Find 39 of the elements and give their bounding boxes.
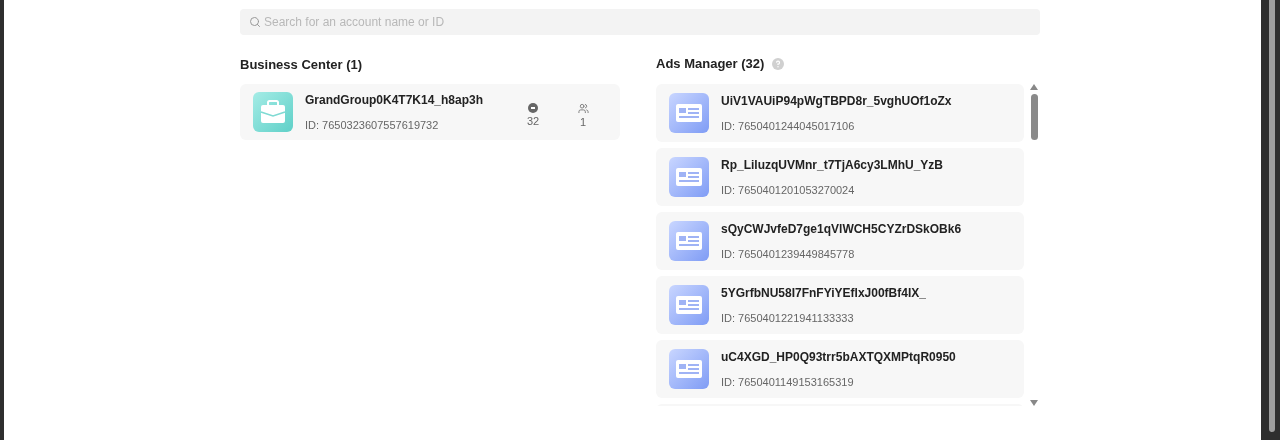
account-name: sQyCWJvfeD7ge1qVlWCH5CYZrDSkOBk6 <box>721 220 962 238</box>
ad-account-count: 32 <box>526 114 540 130</box>
ad-account-card[interactable]: UiV1VAUiP94pWgTBPD8r_5vghUOf1oZx ID: 7650401244045017106 <box>656 84 1024 142</box>
account-name: uC4XGD_HP0Q93trr5bAXTQXMPtqR0950 <box>721 348 956 366</box>
id-card-icon <box>669 285 709 325</box>
ad-account-card[interactable]: 5YGrfbNU58I7FnFYiYEflxJ00fBf4IX_ ID: 7650401221941133333 <box>656 276 1024 334</box>
search-field[interactable]: Search for an account name or ID <box>240 9 1040 35</box>
member-count: 1 <box>579 115 587 131</box>
account-id: ID: 7650401221941133333 <box>721 310 855 326</box>
scroll-down-icon[interactable] <box>1030 400 1038 406</box>
id-card-icon <box>669 93 709 133</box>
account-name: 5YGrfbNU58I7FnFYiYEflxJ00fBf4IX_ <box>721 284 926 302</box>
scrollbar[interactable] <box>1028 84 1040 406</box>
ad-account-card[interactable]: sQyCWJvfeD7ge1qVlWCH5CYZrDSkOBk6 ID: 7650401239449845778 <box>656 212 1024 270</box>
ad-account-icon <box>528 103 538 114</box>
account-id: ID: 7650401149153165319 <box>721 374 855 390</box>
account-id: ID: 7650401244045017106 <box>721 118 856 134</box>
scrollbar-thumb[interactable] <box>1030 94 1038 140</box>
window-scrollbar-thumb[interactable] <box>1268 0 1275 432</box>
briefcase-icon <box>253 92 293 132</box>
help-icon <box>772 58 785 70</box>
account-id: ID: 7650323607557619732 <box>305 117 440 133</box>
account-name: UiV1VAUiP94pWgTBPD8r_5vghUOf1oZx <box>721 92 952 110</box>
id-card-icon <box>669 157 709 197</box>
account-id: ID: 7650401201053270024 <box>721 182 856 198</box>
window-scrollbar[interactable] <box>1261 0 1280 440</box>
account-name: GrandGroup0K4T7K14_h8ap3h <box>305 91 485 109</box>
business-center-card[interactable]: GrandGroup0K4T7K14_h8ap3h ID: 7650323607557619732 32 1 <box>240 84 620 140</box>
section-title: Business Center (1) <box>240 56 364 73</box>
ad-account-card[interactable]: uC4XGD_HP0Q93trr5bAXTQXMPtqR0950 ID: 7650401149153165319 <box>656 340 1024 398</box>
account-id: ID: 7650401239449845778 <box>721 246 856 262</box>
ad-account-card[interactable]: Rp_LiluzqUVMnr_t7TjA6cy3LMhU_YzB ID: 7650401201053270024 <box>656 148 1024 206</box>
members-icon <box>577 103 589 115</box>
id-card-icon <box>669 221 709 261</box>
section-title: Ads Manager (32) <box>656 55 765 74</box>
scroll-up-icon[interactable] <box>1030 84 1038 90</box>
search-icon <box>249 16 261 28</box>
account-name: Rp_LiluzqUVMnr_t7TjA6cy3LMhU_YzB <box>721 156 944 174</box>
id-card-icon <box>669 349 709 389</box>
